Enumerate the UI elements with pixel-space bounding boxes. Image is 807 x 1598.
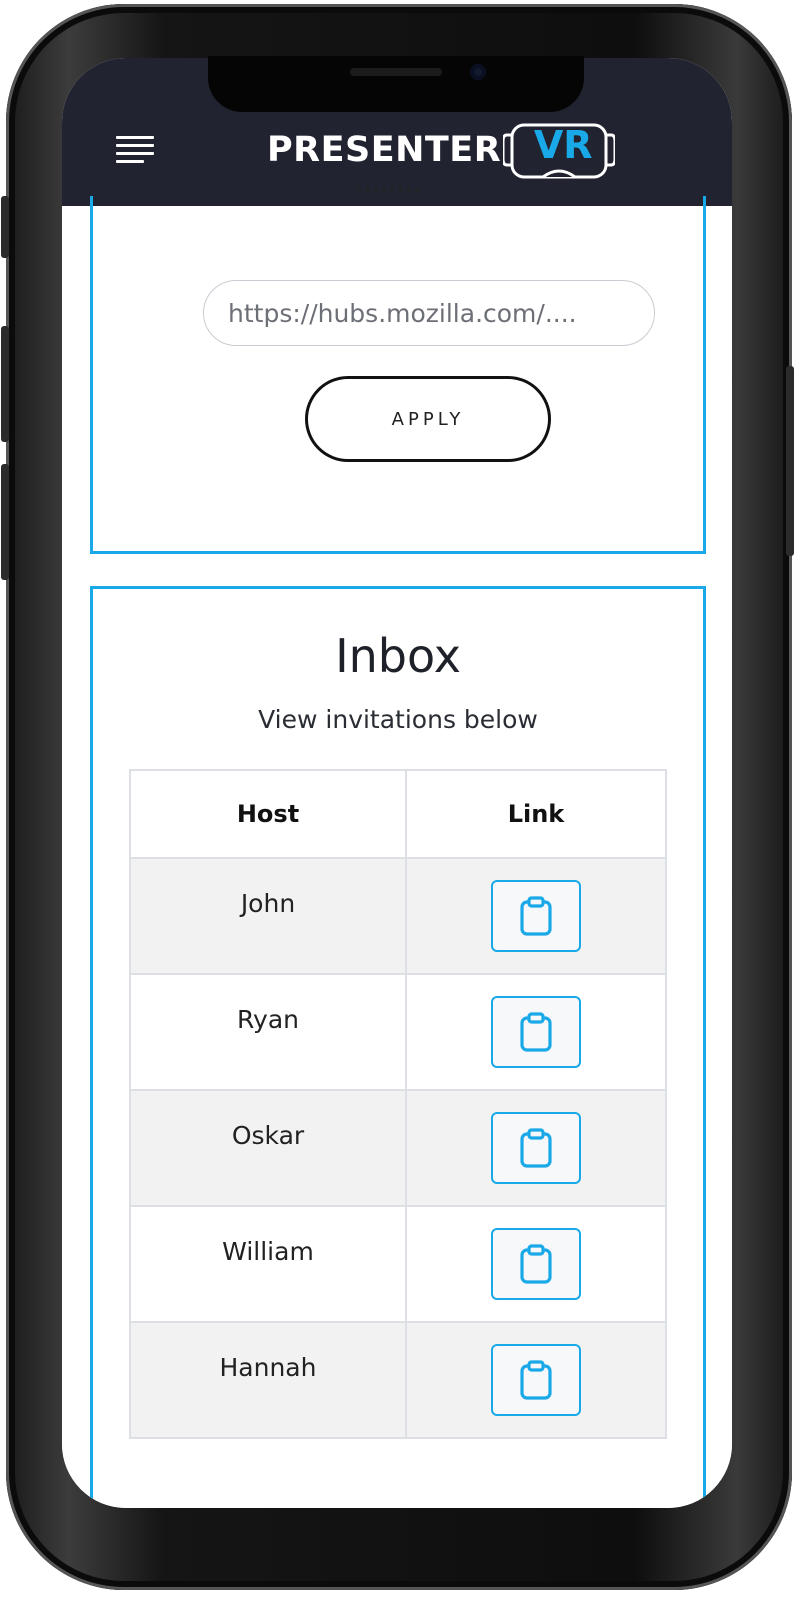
phone-notch [208, 56, 584, 112]
invitations-table: Host Link John Ryan Oskar William Hannah [129, 769, 667, 1439]
clipboard-icon [519, 1012, 553, 1052]
page-content: ........ APPLY Inbox View invitations be… [62, 180, 732, 1508]
column-header-host: Host [129, 769, 407, 859]
phone-volume-up-button [1, 326, 9, 442]
brand-text: PRESENTER [267, 130, 502, 170]
phone-screen: PRESENTER VR ........ APPLY Inbox View i… [62, 58, 732, 1508]
phone-silent-switch [1, 196, 9, 258]
host-name: Oskar [129, 1089, 407, 1207]
cut-off-heading: ........ [355, 180, 475, 200]
table-row: Hannah [129, 1321, 667, 1439]
clipboard-icon [519, 1360, 553, 1400]
link-cell [405, 1205, 667, 1323]
vr-headset-icon: VR [501, 119, 617, 181]
copy-link-button[interactable] [491, 1112, 581, 1184]
table-row: Oskar [129, 1089, 667, 1207]
table-row: Ryan [129, 973, 667, 1091]
link-cell [405, 857, 667, 975]
link-cell [405, 1089, 667, 1207]
apply-button[interactable]: APPLY [305, 376, 551, 462]
phone-volume-down-button [1, 464, 9, 580]
room-url-input[interactable] [203, 280, 655, 346]
cut-off-heading-text: ........ [355, 180, 422, 198]
table-row: William [129, 1205, 667, 1323]
brand-logo[interactable]: PRESENTER VR [267, 118, 617, 182]
phone-speaker [350, 68, 442, 76]
host-name: William [129, 1205, 407, 1323]
inbox-subtitle: View invitations below [258, 705, 538, 734]
inbox-card: Inbox View invitations below Host Link J… [90, 586, 706, 1508]
copy-link-button[interactable] [491, 1228, 581, 1300]
link-cell [405, 973, 667, 1091]
copy-link-button[interactable] [491, 880, 581, 952]
copy-link-button[interactable] [491, 996, 581, 1068]
copy-link-button[interactable] [491, 1344, 581, 1416]
link-cell [405, 1321, 667, 1439]
phone-power-button [786, 366, 794, 556]
hamburger-menu-icon[interactable] [116, 136, 154, 164]
inbox-title: Inbox [335, 629, 461, 683]
host-name: John [129, 857, 407, 975]
clipboard-icon [519, 1128, 553, 1168]
table-row: John [129, 857, 667, 975]
host-name: Hannah [129, 1321, 407, 1439]
column-header-link: Link [405, 769, 667, 859]
front-camera [470, 64, 486, 80]
table-header-row: Host Link [129, 769, 667, 859]
room-link-card: ........ APPLY [90, 180, 706, 554]
clipboard-icon [519, 896, 553, 936]
clipboard-icon [519, 1244, 553, 1284]
host-name: Ryan [129, 973, 407, 1091]
brand-badge: VR [533, 123, 593, 167]
